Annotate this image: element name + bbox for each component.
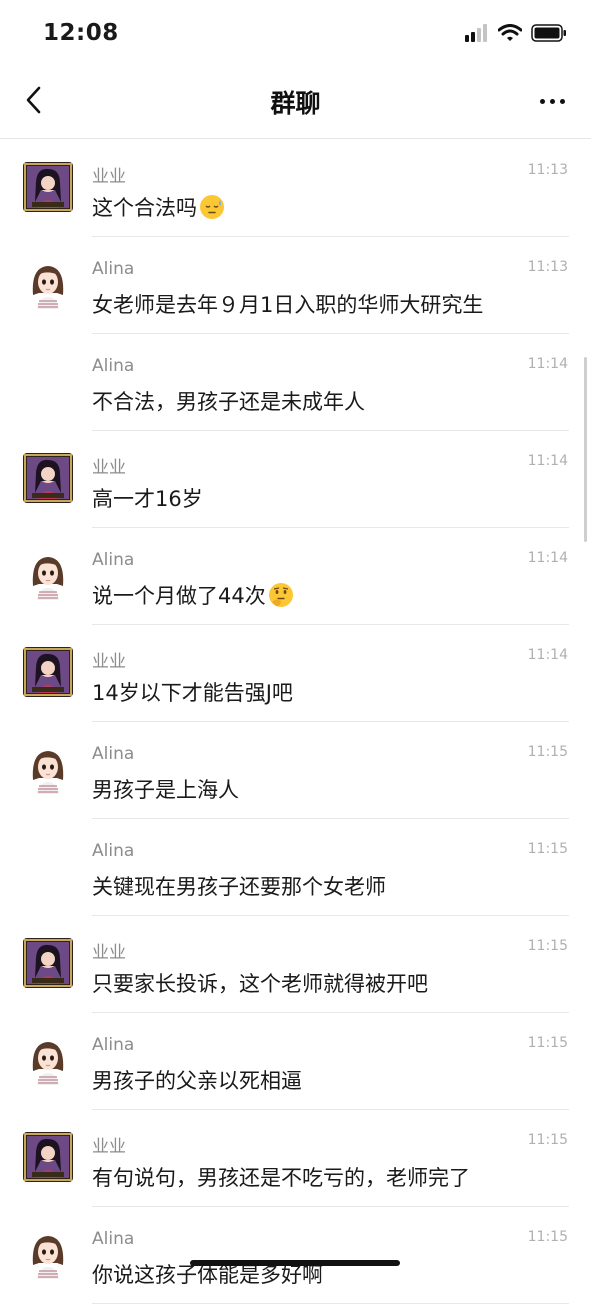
message-text-content: 不合法，男孩子还是未成年人: [92, 390, 365, 414]
message-row[interactable]: Alina 11:15 男孩子的父亲以死相逼: [0, 1013, 591, 1110]
message-text[interactable]: 有句说句，男孩还是不吃亏的，老师完了: [92, 1162, 470, 1192]
message-row[interactable]: Alina 11:15 男孩子是上海人: [0, 722, 591, 819]
message-row[interactable]: Alina 11:14 不合法，男孩子还是未成年人: [0, 334, 591, 431]
sender-name[interactable]: Alina: [92, 841, 134, 861]
message-text[interactable]: 高一才16岁: [92, 483, 203, 513]
message-time: 11:13: [527, 162, 568, 178]
status-bar: 12:08: [0, 0, 591, 70]
message-text[interactable]: 女老师是去年９月1日入职的华师大研究生: [92, 289, 483, 319]
avatar[interactable]: [23, 162, 73, 212]
sender-name[interactable]: 业业: [92, 453, 126, 478]
more-button[interactable]: [537, 90, 567, 112]
sender-name[interactable]: Alina: [92, 259, 134, 279]
message-text-content: 只要家长投诉，这个老师就得被开吧: [92, 972, 428, 996]
avatar[interactable]: [23, 550, 73, 600]
avatar[interactable]: [23, 1035, 73, 1085]
message-text[interactable]: 关键现在男孩子还要那个女老师: [92, 871, 386, 901]
nav-bar: 群聊: [0, 70, 591, 139]
avatar[interactable]: [23, 259, 73, 309]
message-text-content: 男孩子的父亲以死相逼: [92, 1069, 302, 1093]
status-icons: [465, 24, 567, 46]
message-text-content: 女老师是去年９月1日入职的华师大研究生: [92, 293, 484, 317]
avatar[interactable]: [23, 1132, 73, 1182]
sender-name[interactable]: Alina: [92, 550, 134, 570]
message-row[interactable]: 业业 11:14 高一才16岁: [0, 431, 591, 528]
message-row[interactable]: Alina 11:13 女老师是去年９月1日入职的华师大研究生: [0, 237, 591, 334]
message-text[interactable]: 男孩子的父亲以死相逼: [92, 1065, 302, 1095]
message-row[interactable]: 业业 11:15 只要家长投诉，这个老师就得被开吧: [0, 916, 591, 1013]
message-time: 11:15: [527, 841, 568, 857]
chat-message-list[interactable]: 业业 11:13 这个合法吗 Alina 11:13 女老师是去年９月1日入职的华师大研究…: [0, 140, 591, 1304]
sender-name[interactable]: Alina: [92, 1229, 134, 1249]
message-time: 11:14: [527, 647, 568, 663]
scrollbar[interactable]: [584, 357, 587, 542]
message-row[interactable]: 业业 11:15 有句说句，男孩还是不吃亏的，老师完了: [0, 1110, 591, 1207]
message-time: 11:15: [527, 1035, 568, 1051]
message-row[interactable]: 业业 11:14 14岁以下才能告强J吧: [0, 625, 591, 722]
message-time: 11:15: [527, 1229, 568, 1245]
message-text[interactable]: 这个合法吗: [92, 192, 225, 222]
more-horizontal-icon: [539, 98, 565, 104]
sender-name[interactable]: Alina: [92, 356, 134, 376]
message-text[interactable]: 男孩子是上海人: [92, 774, 239, 804]
message-time: 11:15: [527, 1132, 568, 1148]
sender-name[interactable]: 业业: [92, 938, 126, 963]
message-text[interactable]: 14岁以下才能告强J吧: [92, 677, 293, 707]
message-text[interactable]: 只要家长投诉，这个老师就得被开吧: [92, 968, 428, 998]
status-time: 12:08: [43, 20, 119, 46]
home-indicator: [190, 1260, 400, 1266]
message-row[interactable]: Alina 11:15 你说这孩子体能是多好啊: [0, 1207, 591, 1304]
battery-icon: [531, 24, 567, 46]
message-row[interactable]: Alina 11:14 说一个月做了44次: [0, 528, 591, 625]
message-time: 11:14: [527, 550, 568, 566]
message-text[interactable]: 不合法，男孩子还是未成年人: [92, 386, 365, 416]
sender-name[interactable]: 业业: [92, 162, 126, 187]
avatar[interactable]: [23, 453, 73, 503]
message-time: 11:15: [527, 744, 568, 760]
message-time: 11:14: [527, 356, 568, 372]
message-text-content: 男孩子是上海人: [92, 778, 239, 802]
message-time: 11:15: [527, 938, 568, 954]
message-text[interactable]: 说一个月做了44次: [92, 580, 294, 610]
message-row[interactable]: Alina 11:15 关键现在男孩子还要那个女老师: [0, 819, 591, 916]
message-time: 11:14: [527, 453, 568, 469]
message-text-content: 这个合法吗: [92, 196, 197, 220]
sleepy-emoji-icon: [199, 194, 225, 220]
wifi-icon: [497, 24, 523, 46]
message-text-content: 有句说句，男孩还是不吃亏的，老师完了: [92, 1166, 470, 1190]
message-time: 11:13: [527, 259, 568, 275]
avatar[interactable]: [23, 938, 73, 988]
message-row[interactable]: 业业 11:13 这个合法吗: [0, 140, 591, 237]
message-text-content: 你说这孩子体能是多好啊: [92, 1263, 323, 1287]
message-text-content: 14岁以下才能告强J吧: [92, 681, 293, 705]
thinking-emoji-icon: [268, 582, 294, 608]
avatar[interactable]: [23, 1229, 73, 1279]
page-title: 群聊: [270, 89, 321, 118]
avatar[interactable]: [23, 744, 73, 794]
message-text-content: 高一才16岁: [92, 487, 203, 511]
sender-name[interactable]: 业业: [92, 1132, 126, 1157]
sender-name[interactable]: 业业: [92, 647, 126, 672]
sender-name[interactable]: Alina: [92, 744, 134, 764]
message-text-content: 说一个月做了44次: [92, 584, 266, 608]
signal-icon: [465, 24, 489, 46]
sender-name[interactable]: Alina: [92, 1035, 134, 1055]
message-text-content: 关键现在男孩子还要那个女老师: [92, 875, 386, 899]
avatar[interactable]: [23, 647, 73, 697]
